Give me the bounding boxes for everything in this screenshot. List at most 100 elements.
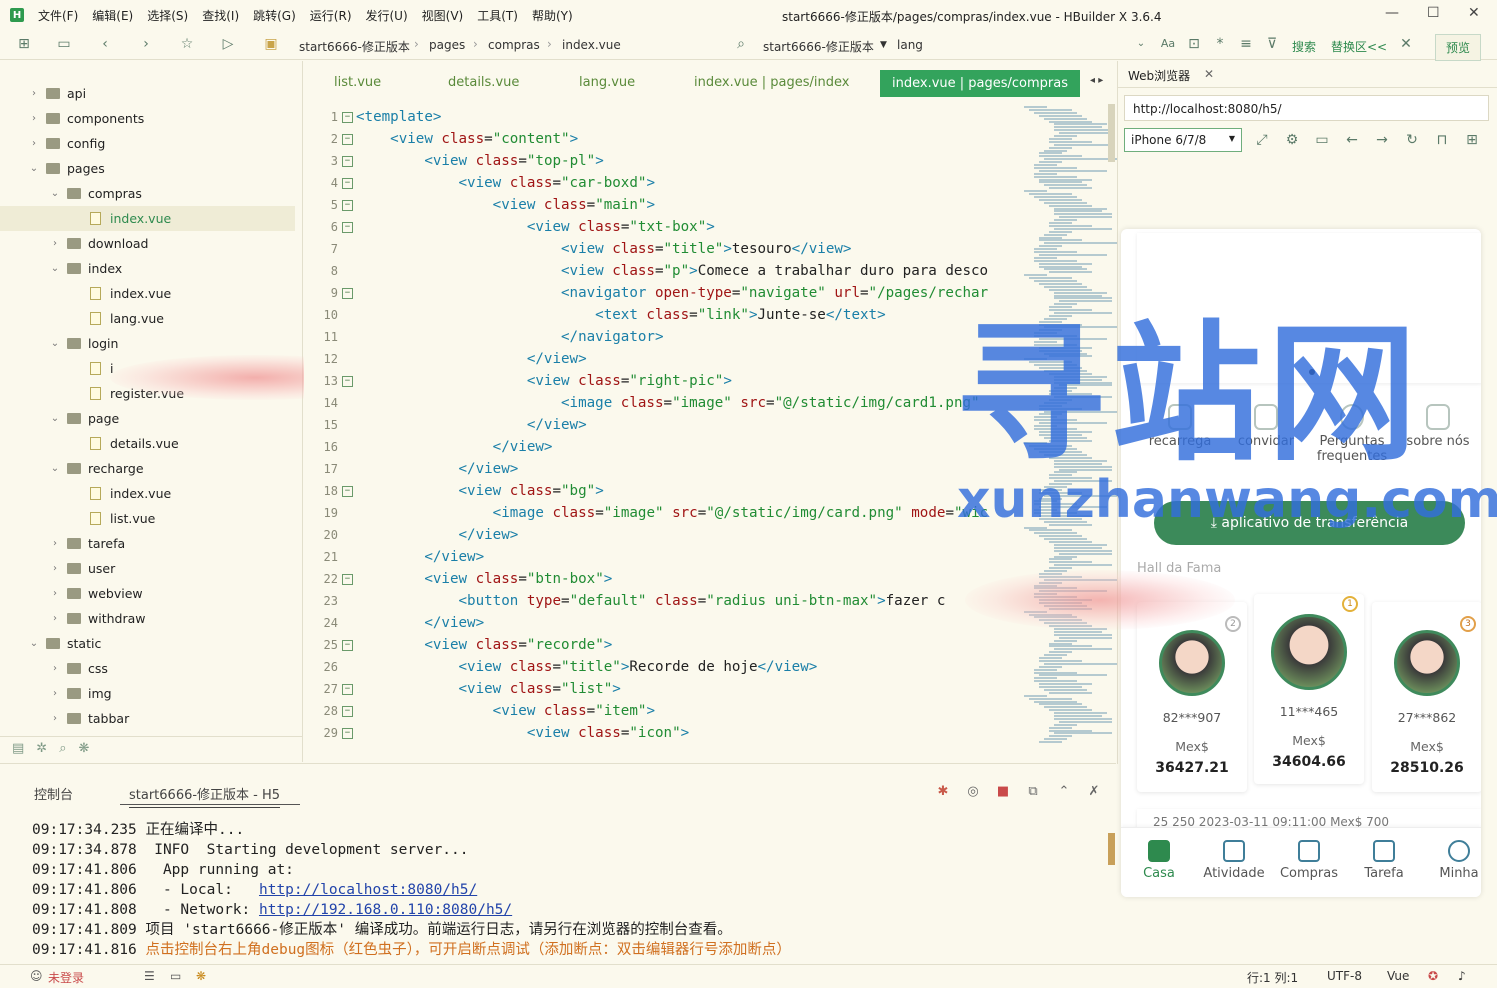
menu-item[interactable]: 工具(T) xyxy=(477,7,518,24)
tree-item[interactable]: › webview xyxy=(0,581,295,606)
chevron-right-icon[interactable]: › xyxy=(49,563,61,574)
code-line[interactable]: 24 </view> xyxy=(304,612,1019,634)
chevron-down-icon[interactable]: ⌄ xyxy=(49,338,61,349)
project-selector[interactable]: start6666-修正版本 xyxy=(763,38,874,55)
chevron-right-icon[interactable]: › xyxy=(49,613,61,624)
fold-toggle-icon[interactable]: − xyxy=(342,683,353,695)
search-files-icon[interactable]: ⌕ xyxy=(59,741,66,756)
lock-icon[interactable]: ⊓ xyxy=(1434,132,1450,148)
tree-item[interactable]: › components xyxy=(0,106,295,131)
chevron-right-icon[interactable]: › xyxy=(28,138,40,149)
code-line[interactable]: 16 </view> xyxy=(304,436,1019,458)
fold-toggle-icon[interactable]: − xyxy=(342,221,353,233)
breadcrumb-compras[interactable]: compras xyxy=(488,38,540,52)
tree-item[interactable]: › css xyxy=(0,656,295,681)
tree-item[interactable]: ⌄ recharge xyxy=(0,456,295,481)
line-number[interactable]: 25 xyxy=(304,634,338,656)
code-line[interactable]: 19 <image class="image" src="@/static/im… xyxy=(304,502,1019,524)
menu-item[interactable]: 发行(U) xyxy=(366,7,408,24)
collapse-icon[interactable]: ⌃ xyxy=(1057,785,1071,799)
code-line[interactable]: 25− <view class="recorde"> xyxy=(304,634,1019,656)
menu-item[interactable]: 查找(I) xyxy=(202,7,239,24)
line-number[interactable]: 11 xyxy=(304,326,338,348)
stop-icon[interactable]: ■ xyxy=(996,785,1010,799)
tree-item[interactable]: › download xyxy=(0,231,295,256)
tab-list-vue[interactable]: list.vue xyxy=(334,75,381,90)
app-tab-compras[interactable]: Compras xyxy=(1274,840,1344,881)
code-line[interactable]: 23 <button type="default" class="radius … xyxy=(304,590,1019,612)
new-file-icon[interactable]: ⊞ xyxy=(16,36,32,52)
menu-item[interactable]: 选择(S) xyxy=(147,7,188,24)
chevron-right-icon[interactable]: › xyxy=(49,538,61,549)
line-number[interactable]: 18 xyxy=(304,480,338,502)
notification-settings-icon[interactable]: ✪ xyxy=(1428,969,1438,983)
chevron-right-icon[interactable]: › xyxy=(49,713,61,724)
fold-toggle-icon[interactable]: − xyxy=(342,287,353,299)
code-line[interactable]: 11 </navigator> xyxy=(304,326,1019,348)
folder-icon[interactable]: ▤ xyxy=(12,741,24,756)
menu-item[interactable]: 文件(F) xyxy=(38,7,78,24)
code-line[interactable]: 1− <template> xyxy=(304,106,1019,128)
tree-item[interactable]: › api xyxy=(0,81,295,106)
encoding[interactable]: UTF-8 xyxy=(1327,969,1362,983)
tree-item[interactable]: › img xyxy=(0,681,295,706)
code-line[interactable]: 29− <view class="icon"> xyxy=(304,722,1019,744)
code-line[interactable]: 20 </view> xyxy=(304,524,1019,546)
code-line[interactable]: 5− <view class="main"> xyxy=(304,194,1019,216)
fold-toggle-icon[interactable]: − xyxy=(342,485,353,497)
regex-icon[interactable]: * xyxy=(1212,36,1228,52)
menu-item[interactable]: 跳转(G) xyxy=(253,7,296,24)
code-line[interactable]: 13− <view class="right-pic"> xyxy=(304,370,1019,392)
terminal-icon[interactable]: ▭ xyxy=(170,969,181,983)
tree-item[interactable]: › tabbar xyxy=(0,706,295,731)
code-line[interactable]: 2− <view class="content"> xyxy=(304,128,1019,150)
line-number[interactable]: 7 xyxy=(304,238,338,260)
close-icon[interactable]: ✕ xyxy=(1468,5,1480,21)
line-number[interactable]: 9 xyxy=(304,282,338,304)
debug-bug-icon[interactable]: ✱ xyxy=(936,785,950,799)
close-browser-tab-icon[interactable]: ✕ xyxy=(1204,67,1214,81)
line-number[interactable]: 19 xyxy=(304,502,338,524)
code-line[interactable]: 9− <navigator open-type="navigate" url="… xyxy=(304,282,1019,304)
app-tab-casa[interactable]: Casa xyxy=(1124,840,1194,881)
line-number[interactable]: 3 xyxy=(304,150,338,172)
line-number[interactable]: 22 xyxy=(304,568,338,590)
code-line[interactable]: 3− <view class="top-pl"> xyxy=(304,150,1019,172)
menu-item[interactable]: 运行(R) xyxy=(310,7,352,24)
code-line[interactable]: 7 <view class="title">tesouro</view> xyxy=(304,238,1019,260)
chevron-down-icon[interactable]: ⌄ xyxy=(49,263,61,274)
line-number[interactable]: 2 xyxy=(304,128,338,150)
console-scrollbar[interactable] xyxy=(1108,833,1115,865)
code-line[interactable]: 28− <view class="item"> xyxy=(304,700,1019,722)
app-tab-tarefa[interactable]: Tarefa xyxy=(1349,840,1419,881)
code-line[interactable]: 10 <text class="link">Junte-se</text> xyxy=(304,304,1019,326)
chevron-down-icon[interactable]: ⌄ xyxy=(28,638,40,649)
code-line[interactable]: 17 </view> xyxy=(304,458,1019,480)
tree-item[interactable]: ⌄ compras xyxy=(0,181,295,206)
chevron-down-icon[interactable]: ⌄ xyxy=(28,163,40,174)
tree-item[interactable]: ⌄ page xyxy=(0,406,295,431)
code-line[interactable]: 22− <view class="btn-box"> xyxy=(304,568,1019,590)
code-line[interactable]: 8 <view class="p">Comece a trabalhar dur… xyxy=(304,260,1019,282)
run-icon[interactable]: ▷ xyxy=(220,36,236,52)
chevron-down-icon[interactable]: ⌄ xyxy=(49,188,61,199)
line-number[interactable]: 5 xyxy=(304,194,338,216)
whole-word-icon[interactable]: ⊡ xyxy=(1186,36,1202,52)
menu-item[interactable]: 编辑(E) xyxy=(92,7,133,24)
fold-toggle-icon[interactable]: − xyxy=(342,111,353,123)
fold-toggle-icon[interactable]: − xyxy=(342,727,353,739)
line-number[interactable]: 26 xyxy=(304,656,338,678)
chevron-right-icon[interactable]: › xyxy=(49,238,61,249)
menu-item[interactable]: 视图(V) xyxy=(422,7,464,24)
code-line[interactable]: 15 </view> xyxy=(304,414,1019,436)
tree-item[interactable]: › user xyxy=(0,556,295,581)
forward-icon[interactable]: → xyxy=(1374,132,1390,148)
tree-item[interactable]: list.vue xyxy=(0,506,295,531)
fold-toggle-icon[interactable]: − xyxy=(342,639,353,651)
chevron-right-icon[interactable]: › xyxy=(49,688,61,699)
console-tab[interactable]: 控制台 xyxy=(34,784,73,803)
debug-icon[interactable]: ✲ xyxy=(36,741,47,756)
chevron-down-icon[interactable]: ⌄ xyxy=(1133,36,1149,52)
settings-icon[interactable]: ⚙ xyxy=(1284,132,1300,148)
clear-console-icon[interactable]: ✗ xyxy=(1087,785,1101,799)
